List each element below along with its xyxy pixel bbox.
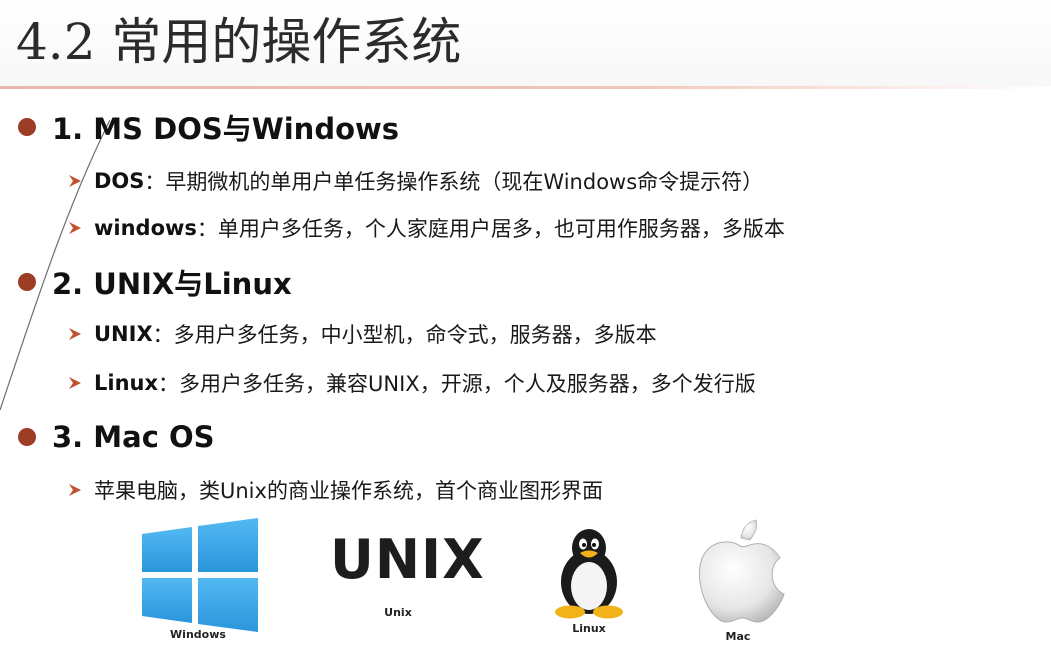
unix-caption: Unix <box>384 606 412 619</box>
bullet-icon <box>18 428 36 446</box>
bullet-icon <box>18 118 36 136</box>
mac-caption: Mac <box>725 630 751 643</box>
item-keyword: DOS <box>94 169 145 193</box>
item-text: 苹果电脑，类Unix的商业操作系统，首个商业图形界面 <box>94 479 603 503</box>
section-heading: 2. UNIX与Linux <box>52 267 292 301</box>
item-keyword: Linux <box>94 371 159 395</box>
item-keyword: windows <box>94 216 197 240</box>
arrow-bullet-icon <box>69 328 81 340</box>
item-keyword: UNIX <box>94 322 153 346</box>
bullet-icon <box>18 273 36 291</box>
tux-penguin-icon <box>555 529 623 619</box>
slide-title: 4.2 常用的操作系统 <box>16 13 462 71</box>
item-text: ：多用户多任务，兼容UNIX，开源，个人及服务器，多个发行版 <box>158 372 756 396</box>
section-heading: 1. MS DOS与Windows <box>52 112 400 146</box>
windows-caption: Windows <box>170 628 226 641</box>
windows-logo-icon <box>142 518 258 632</box>
arrow-bullet-icon <box>69 377 81 389</box>
section-unix-linux: 2. UNIX与Linux <box>18 262 292 302</box>
item-text: ：早期微机的单用户单任务操作系统（现在Windows命令提示符） <box>144 170 764 194</box>
section-ms-dos-windows: 1. MS DOS与Windows <box>18 107 399 147</box>
arrow-bullet-icon <box>69 222 81 234</box>
unix-wordmark: UNIX <box>330 528 485 591</box>
list-item-linux: Linux ：多用户多任务，兼容UNIX，开源，个人及服务器，多个发行版 <box>66 366 756 400</box>
item-text: ：单用户多任务，个人家庭用户居多，也可用作服务器，多版本 <box>196 217 785 241</box>
arrow-bullet-icon <box>69 484 81 496</box>
apple-logo-icon <box>698 519 785 623</box>
item-text: ：多用户多任务，中小型机，命令式，服务器，多版本 <box>152 323 657 347</box>
list-item-unix: UNIX ：多用户多任务，中小型机，命令式，服务器，多版本 <box>66 317 657 351</box>
arrow-bullet-icon <box>69 175 81 187</box>
section-mac-os: 3. Mac OS <box>18 417 215 457</box>
linux-caption: Linux <box>572 622 606 635</box>
list-item-windows: windows ：单用户多任务，个人家庭用户居多，也可用作服务器，多版本 <box>66 211 785 245</box>
title-divider <box>0 86 1051 89</box>
list-item-dos: DOS ：早期微机的单用户单任务操作系统（现在Windows命令提示符） <box>66 164 763 198</box>
list-item-mac: 苹果电脑，类Unix的商业操作系统，首个商业图形界面 <box>66 473 603 507</box>
section-heading: 3. Mac OS <box>52 420 215 454</box>
